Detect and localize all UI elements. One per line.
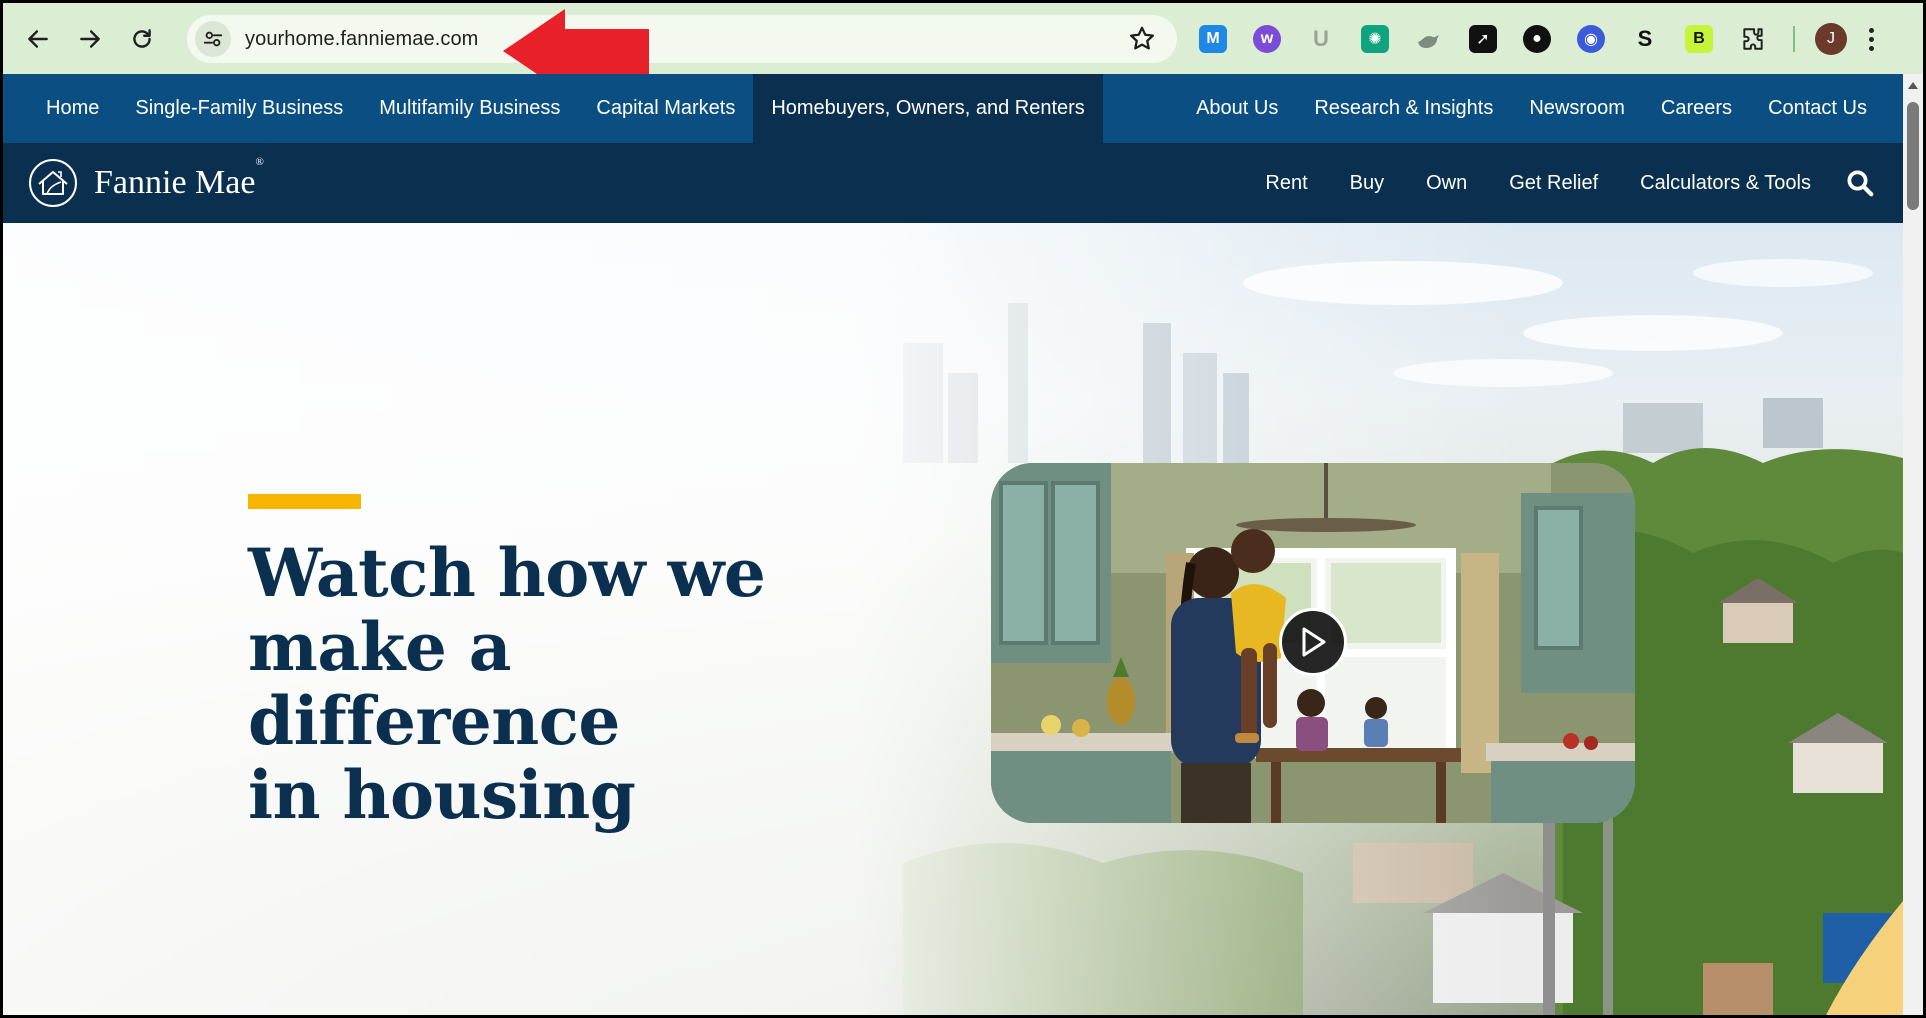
address-bar[interactable]: yourhome.fanniemae.com [187,15,1177,63]
site-info-button[interactable] [195,21,231,57]
hero-title-line-3: in housing [248,756,636,834]
send-extension-icon[interactable]: ➚ [1469,25,1497,53]
main-nav-buy[interactable]: Buy [1350,172,1384,195]
top-nav-homebuyers[interactable]: Homebuyers, Owners, and Renters [753,74,1103,143]
logo-text: Fannie Mae [94,164,256,201]
browser-toolbar: yourhome.fanniemae.com M w U ✺ ➚ ● ◉ S B… [3,3,1923,74]
play-button[interactable] [1279,608,1347,676]
reload-button[interactable] [121,18,163,60]
top-nav-single-family[interactable]: Single-Family Business [117,74,361,143]
top-nav-about-us[interactable]: About Us [1178,74,1296,143]
hero-video-player[interactable] [991,463,1635,823]
bookmark-star-icon[interactable] [1127,24,1157,54]
main-nav-rent[interactable]: Rent [1265,172,1307,195]
reload-icon [133,28,151,48]
profile-avatar[interactable]: J [1815,23,1847,55]
m-extension-icon[interactable]: M [1199,25,1227,53]
page-scrollbar[interactable] [1903,74,1923,1015]
arrow-right-icon [80,29,100,48]
arrow-left-icon [28,29,48,48]
extension-bar: M w U ✺ ➚ ● ◉ S B J [1199,21,1874,57]
top-nav-research[interactable]: Research & Insights [1296,74,1511,143]
circle-extension-icon[interactable]: ◉ [1577,25,1605,53]
registered-mark: ® [255,155,264,168]
house-logo-icon [29,159,77,207]
search-icon[interactable] [1845,168,1875,198]
dot-extension-icon[interactable]: ● [1523,25,1551,53]
forward-button[interactable] [69,18,111,60]
hero-accent-bar [248,494,361,509]
hero-section: Watch how we make a difference in housin… [3,223,1903,1015]
b-extension-icon[interactable]: B [1685,25,1713,53]
bird-extension-icon[interactable] [1415,25,1443,53]
hero-title-line-2: make a difference [248,608,620,760]
browser-window: yourhome.fanniemae.com M w U ✺ ➚ ● ◉ S B… [0,0,1926,1018]
tune-icon [203,31,223,47]
top-navigation: Home Single-Family Business Multifamily … [3,74,1903,143]
main-nav-own[interactable]: Own [1426,172,1467,195]
scroll-up-arrow-icon[interactable] [1908,82,1918,89]
hero-title: Watch how we make a difference in housin… [248,536,888,832]
top-nav-careers[interactable]: Careers [1643,74,1750,143]
scroll-thumb[interactable] [1907,102,1919,210]
puzzle-extensions-icon[interactable] [1739,25,1767,53]
top-nav-home[interactable]: Home [28,74,117,143]
corner-accent-shape [1826,901,1903,1015]
main-nav-get-relief[interactable]: Get Relief [1509,172,1598,195]
top-nav-newsroom[interactable]: Newsroom [1511,74,1643,143]
chatgpt-extension-icon[interactable]: ✺ [1361,25,1389,53]
toolbar-divider [1793,26,1795,52]
hero-title-line-1: Watch how we [248,534,766,612]
url-text[interactable]: yourhome.fanniemae.com [245,28,478,51]
top-nav-contact-us[interactable]: Contact Us [1750,74,1885,143]
top-nav-capital-markets[interactable]: Capital Markets [578,74,753,143]
fannie-mae-logo[interactable]: Fannie Mae® [28,155,264,208]
more-menu-icon[interactable] [1869,27,1874,51]
w-extension-icon[interactable]: w [1253,25,1281,53]
u-extension-icon[interactable]: U [1307,25,1335,53]
main-navigation: Fannie Mae® Rent Buy Own Get Relief Calc… [3,143,1903,223]
top-nav-multifamily[interactable]: Multifamily Business [361,74,578,143]
play-icon [1302,627,1326,657]
back-button[interactable] [17,18,59,60]
main-nav-calculators[interactable]: Calculators & Tools [1640,172,1811,195]
shield-extension-icon[interactable]: S [1631,25,1659,53]
